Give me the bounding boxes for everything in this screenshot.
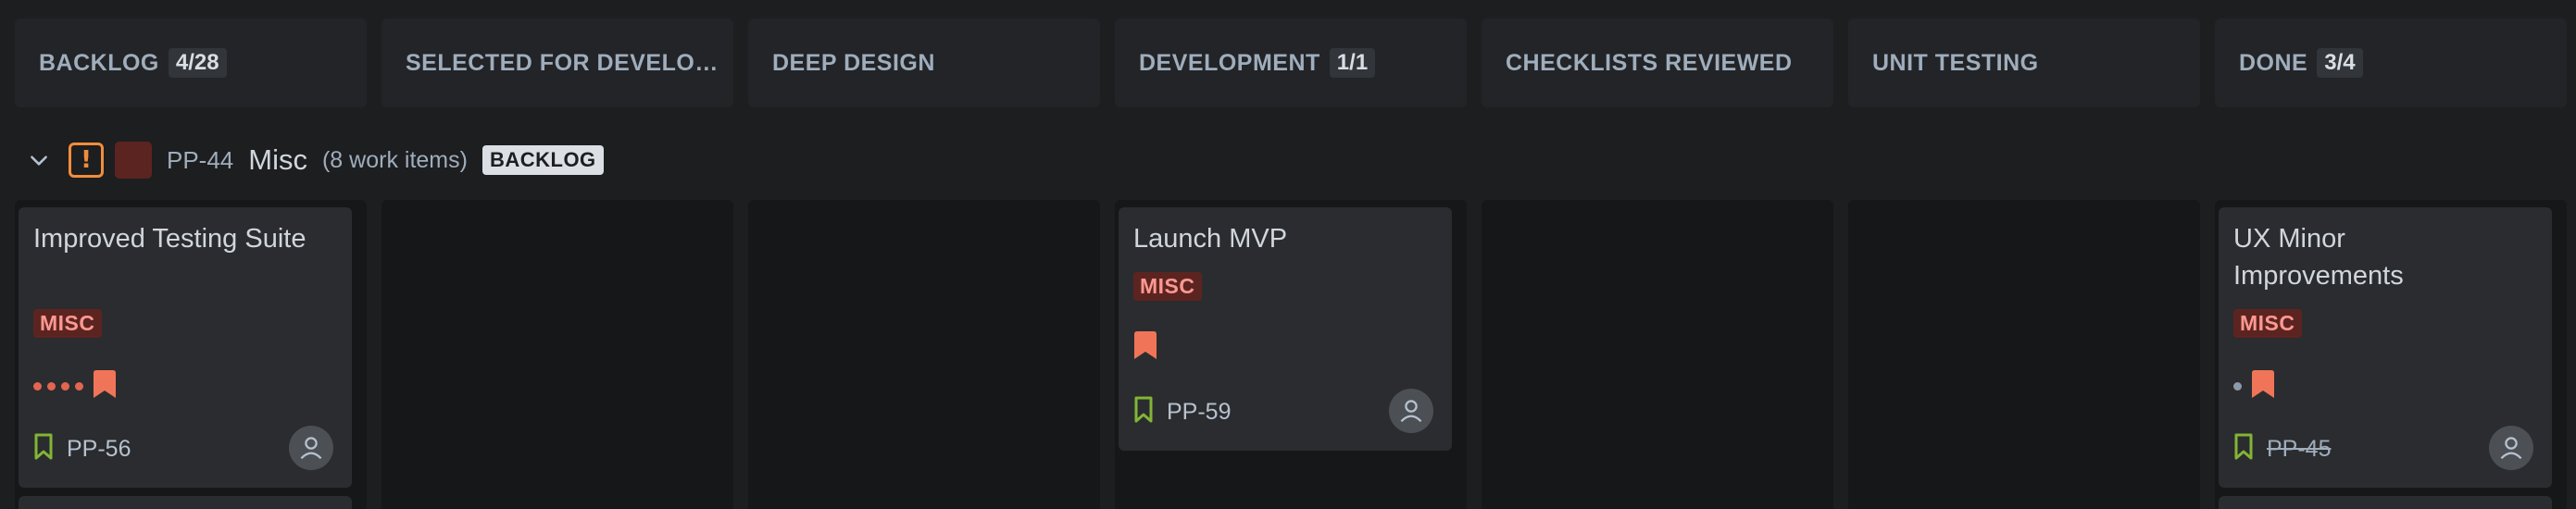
- column-title: DEEP DESIGN: [772, 49, 935, 76]
- column-lane-deep-design: [748, 200, 1100, 509]
- column-title: DEVELOPMENT: [1139, 49, 1320, 76]
- priority-flag-icon: [93, 370, 117, 403]
- epic-lozenge: MISC: [1133, 272, 1202, 301]
- column-header-done[interactable]: DONE 3/4: [2215, 19, 2567, 107]
- column-count-badge: 1/1: [1329, 48, 1376, 78]
- bookmark-icon: [2233, 433, 2254, 466]
- chevron-down-icon[interactable]: [22, 143, 56, 177]
- epic-lozenge: MISC: [33, 309, 102, 338]
- card-footer: PP-56: [33, 433, 131, 466]
- epic-lozenge: MISC: [2233, 309, 2302, 338]
- epic-name: Misc: [248, 143, 307, 176]
- issue-card[interactable]: Improved Testing Suite MISC PP-56: [19, 207, 352, 488]
- column-title: DONE: [2239, 49, 2308, 76]
- column-title: UNIT TESTING: [1872, 49, 2039, 76]
- column-lane-checklists-reviewed: [1482, 200, 1833, 509]
- avatar[interactable]: [2489, 426, 2533, 470]
- column-count-badge: 3/4: [2317, 48, 2363, 78]
- column-header-development[interactable]: DEVELOPMENT 1/1: [1115, 19, 1467, 107]
- card-title: UX Minor Improvements: [2233, 224, 2404, 291]
- estimate-dot: [33, 382, 42, 391]
- priority-flag-icon: [1133, 331, 1157, 364]
- card-footer: PP-59: [1133, 396, 1231, 428]
- epic-key[interactable]: PP-44: [167, 146, 233, 175]
- card-meta-row: [33, 370, 117, 403]
- column-header-unit-testing[interactable]: UNIT TESTING: [1848, 19, 2200, 107]
- column-header-checklists-reviewed[interactable]: CHECKLISTS REVIEWED: [1482, 19, 1833, 107]
- issue-key[interactable]: PP-56: [67, 436, 131, 463]
- epic-color-swatch: [115, 142, 152, 179]
- avatar[interactable]: [1389, 389, 1433, 433]
- card-footer: PP-45: [2233, 433, 2331, 466]
- column-header-backlog[interactable]: BACKLOG 4/28: [15, 19, 367, 107]
- issue-card[interactable]: Launch MVP MISC PP-59: [1119, 207, 1452, 451]
- column-count-badge: 4/28: [168, 48, 227, 78]
- swimlane-header[interactable]: ! PP-44 Misc (8 work items) BACKLOG: [22, 137, 604, 183]
- column-lane-selected-for-development: [381, 200, 733, 509]
- issue-key[interactable]: PP-45: [2267, 436, 2331, 463]
- card-title: Launch MVP: [1133, 224, 1288, 254]
- status-badge: BACKLOG: [481, 145, 604, 175]
- column-title: SELECTED FOR DEVELOPMENT: [406, 49, 725, 76]
- issue-card[interactable]: UX Minor Improvements MISC PP-45: [2219, 207, 2552, 488]
- bookmark-icon: [33, 433, 54, 466]
- avatar[interactable]: [289, 426, 333, 470]
- column-header-selected-for-development[interactable]: SELECTED FOR DEVELOPMENT: [381, 19, 733, 107]
- card-peek[interactable]: [19, 496, 352, 509]
- column-title: BACKLOG: [39, 49, 159, 76]
- column-lane-unit-testing: [1848, 200, 2200, 509]
- bookmark-icon: [1133, 396, 1154, 428]
- estimate-dot: [61, 382, 69, 391]
- card-peek[interactable]: [2219, 496, 2552, 509]
- issue-key[interactable]: PP-59: [1167, 399, 1231, 426]
- estimate-dot: [75, 382, 83, 391]
- column-title: CHECKLISTS REVIEWED: [1506, 49, 1793, 76]
- card-meta-row: [2233, 370, 2275, 403]
- estimate-dot: [2233, 382, 2242, 391]
- work-item-count: (8 work items): [321, 146, 468, 173]
- card-meta-row: [1133, 331, 1157, 364]
- kanban-board: BACKLOG 4/28 SELECTED FOR DEVELOPMENT DE…: [0, 0, 2576, 509]
- priority-high-icon: !: [69, 143, 104, 178]
- estimate-dot: [47, 382, 56, 391]
- priority-flag-icon: [2251, 370, 2275, 403]
- column-header-deep-design[interactable]: DEEP DESIGN: [748, 19, 1100, 107]
- card-title: Improved Testing Suite: [33, 224, 306, 254]
